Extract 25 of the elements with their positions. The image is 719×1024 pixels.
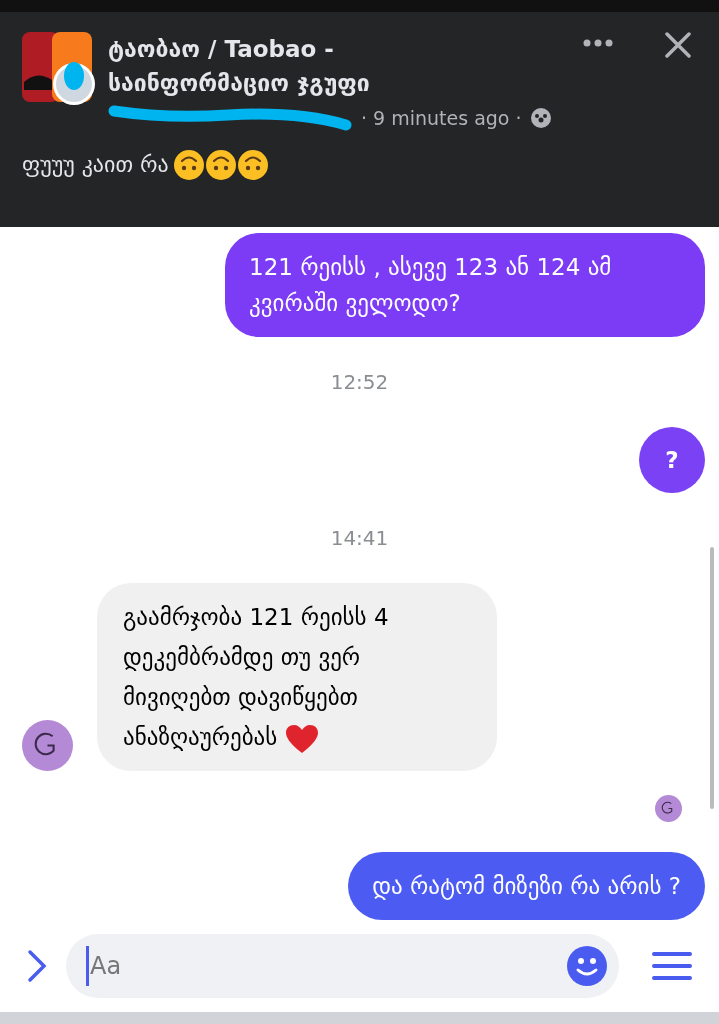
message-time: 14:41 bbox=[330, 525, 389, 553]
sent-message: და რატომ მიზეზი რა არის ? bbox=[348, 852, 705, 921]
group-title: ტაობაო / Taobao - bbox=[108, 34, 335, 64]
message-input[interactable]: Aa bbox=[66, 934, 619, 999]
heart-icon bbox=[285, 723, 320, 754]
text-cursor bbox=[86, 946, 89, 987]
message-time: 12:52 bbox=[330, 369, 389, 397]
close-icon[interactable] bbox=[665, 31, 691, 58]
sender-avatar-icon bbox=[22, 720, 73, 772]
sent-message: ? bbox=[639, 427, 705, 494]
group-icon bbox=[529, 107, 552, 130]
chevron-right-icon[interactable] bbox=[26, 948, 48, 985]
seen-avatar-icon bbox=[655, 795, 682, 823]
post-text: ფუუუ კაით რა bbox=[22, 151, 169, 180]
post-time: · 9 minutes ago · bbox=[361, 105, 522, 131]
group-avatar-icon bbox=[22, 31, 96, 106]
menu-icon[interactable] bbox=[651, 950, 693, 983]
emoji-icon[interactable] bbox=[567, 946, 607, 987]
sent-message: 121 რეისს , ასევე 123 ან 124 ამ კვირაში ველოდო? bbox=[225, 233, 705, 338]
received-message: გაამრჯობა 121 რეისს 4 დეკემბრამდე თუ ვერ მივიღებთ დავიწყებთ ანაზღაურებას bbox=[97, 583, 497, 772]
upside-down-face-icon bbox=[204, 148, 237, 181]
upside-down-face-icon bbox=[236, 148, 269, 181]
more-icon[interactable] bbox=[583, 37, 613, 48]
group-title: საინფორმაციო ჯგუფი bbox=[108, 68, 371, 98]
upside-down-face-icon bbox=[172, 148, 205, 181]
